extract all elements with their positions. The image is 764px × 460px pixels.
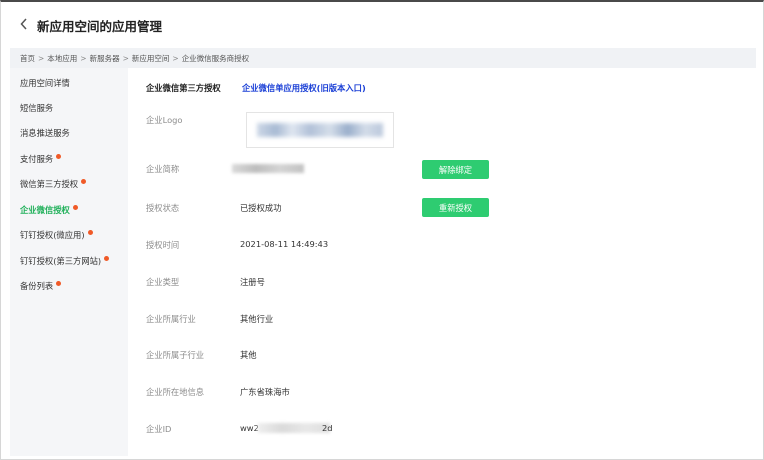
auth-time-label: 授权时间	[146, 240, 180, 250]
sidebar-item-label: 应用空间详情	[20, 78, 70, 88]
main-content: 企业微信第三方授权 企业微信单应用授权(旧版本入口) 企业Logo 企业简称 解…	[128, 68, 756, 456]
sidebar-item-wework-auth[interactable]: 企业微信授权	[20, 203, 78, 217]
industry-label: 企业所属行业	[146, 314, 196, 324]
sidebar: 应用空间详情 短信服务 消息推送服务 支付服务 微信第三方授权 企业微信授权 钉…	[10, 68, 128, 456]
breadcrumb-separator: >	[38, 53, 45, 63]
sidebar-item-space-detail[interactable]: 应用空间详情	[20, 76, 70, 90]
company-type-label: 企业类型	[146, 277, 180, 287]
blurred-company-id	[258, 423, 330, 433]
sidebar-item-push[interactable]: 消息推送服务	[20, 126, 70, 140]
sidebar-item-label: 钉钉授权(第三方网站)	[20, 256, 102, 266]
notification-dot	[104, 255, 110, 261]
auth-time-value: 2021-08-11 14:49:43	[240, 239, 329, 249]
location-value: 广东省珠海市	[240, 387, 290, 397]
blurred-logo-image	[257, 123, 383, 137]
notification-dot	[87, 229, 93, 235]
company-id-prefix: ww2	[240, 423, 259, 433]
sidebar-item-wechat-auth[interactable]: 微信第三方授权	[20, 177, 87, 191]
status-value: 已授权成功	[240, 203, 282, 213]
notification-dot	[56, 280, 62, 286]
breadcrumb-item-server[interactable]: 新服务器	[90, 53, 120, 64]
breadcrumb: 首页 > 本地应用 > 新服务器 > 新应用空间 > 企业微信服务商授权	[10, 48, 756, 68]
sidebar-item-label: 消息推送服务	[20, 128, 70, 138]
status-label: 授权状态	[146, 203, 180, 213]
breadcrumb-item-home[interactable]: 首页	[20, 53, 35, 64]
logo-label: 企业Logo	[146, 115, 183, 125]
tab-third-party-auth[interactable]: 企业微信第三方授权	[146, 82, 221, 94]
sidebar-item-label: 钉钉授权(微应用)	[20, 230, 85, 240]
page-title: 新应用空间的应用管理	[37, 19, 163, 34]
sidebar-item-label: 企业微信授权	[20, 205, 70, 215]
company-id-suffix: 2d	[322, 423, 333, 433]
breadcrumb-item-local-apps[interactable]: 本地应用	[47, 53, 77, 64]
notification-dot	[81, 178, 87, 184]
notification-dot	[56, 153, 62, 159]
back-chevron-icon[interactable]	[18, 16, 30, 32]
breadcrumb-separator: >	[172, 53, 179, 63]
sidebar-item-sms[interactable]: 短信服务	[20, 101, 53, 115]
sidebar-item-label: 短信服务	[20, 103, 54, 113]
breadcrumb-item-current: 企业微信服务商授权	[181, 53, 250, 63]
notification-dot	[72, 204, 78, 210]
unbind-button[interactable]: 解除绑定	[422, 160, 489, 179]
page-header: 新应用空间的应用管理	[0, 2, 764, 46]
company-logo	[246, 112, 394, 148]
sidebar-item-label: 支付服务	[20, 154, 54, 164]
reauthorize-button[interactable]: 重新授权	[422, 198, 489, 217]
sub-industry-value: 其他	[240, 350, 257, 360]
breadcrumb-separator: >	[122, 53, 129, 63]
sidebar-item-label: 备份列表	[20, 281, 54, 291]
location-label: 企业所在地信息	[146, 387, 205, 397]
sidebar-item-payment[interactable]: 支付服务	[20, 152, 62, 166]
sub-industry-label: 企业所属子行业	[146, 350, 205, 360]
sidebar-item-label: 微信第三方授权	[20, 179, 79, 189]
sidebar-item-backup[interactable]: 备份列表	[20, 279, 62, 293]
blurred-company-name	[232, 164, 304, 173]
sidebar-item-dingtalk-web[interactable]: 钉钉授权(第三方网站)	[20, 254, 110, 268]
sidebar-item-dingtalk-micro[interactable]: 钉钉授权(微应用)	[20, 228, 93, 242]
name-label: 企业简称	[146, 164, 180, 174]
breadcrumb-item-space[interactable]: 新应用空间	[132, 53, 170, 64]
breadcrumb-separator: >	[80, 53, 87, 63]
industry-value: 其他行业	[240, 314, 274, 324]
company-type-value: 注册号	[240, 277, 265, 287]
tab-legacy-auth-link[interactable]: 企业微信单应用授权(旧版本入口)	[242, 82, 366, 94]
company-id-label: 企业ID	[146, 424, 172, 434]
